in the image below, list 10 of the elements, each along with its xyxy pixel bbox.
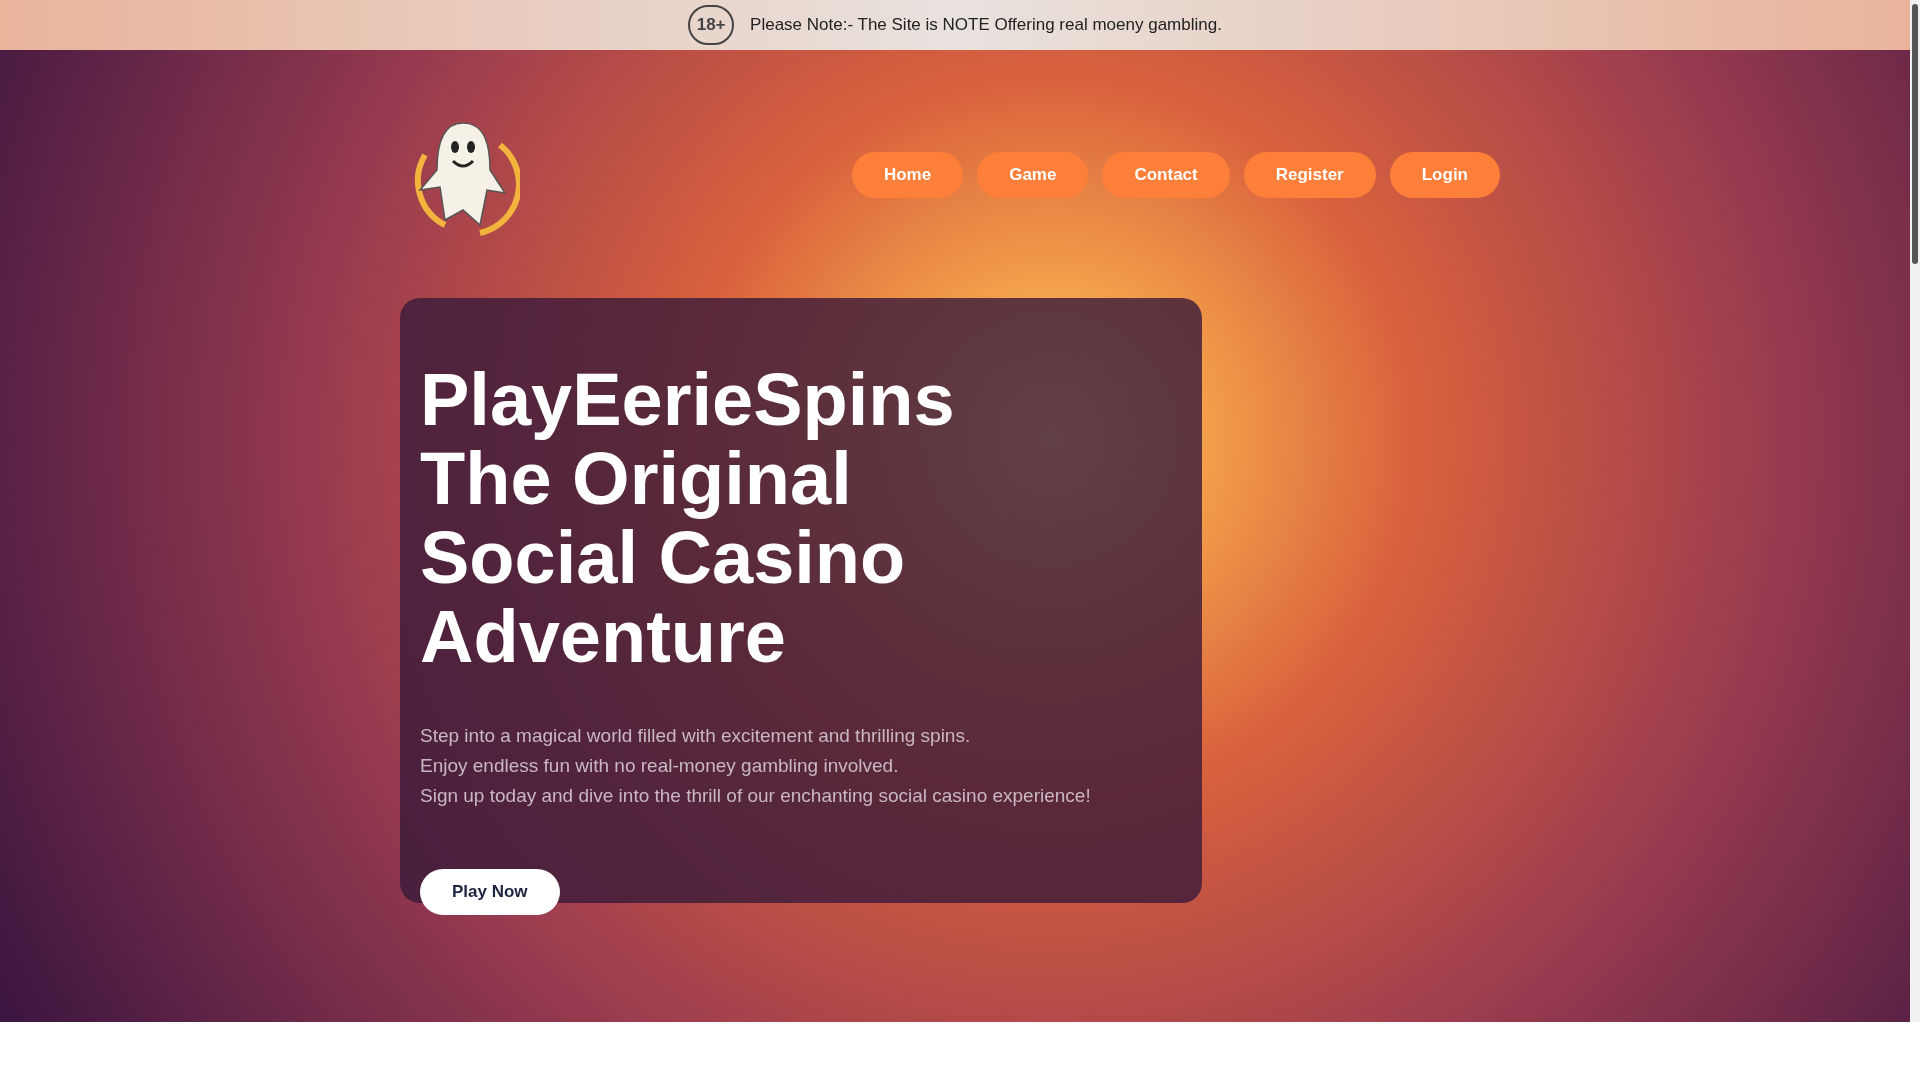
nav-button[interactable]: Game — [977, 151, 1089, 198]
notice-text: Please Note:- The Site is NOTE Offering real moeny gambling. — [750, 14, 1222, 37]
nav-button[interactable]: Contact — [1102, 151, 1230, 198]
age-badge: 18+ — [688, 5, 735, 45]
nav-button[interactable]: Login — [1389, 151, 1500, 198]
play-now-button[interactable]: Play Now — [420, 869, 560, 915]
nav-button[interactable]: Home — [851, 151, 964, 198]
hero-description: Step into a magical world filled with excitement and thrilling spins. Enjoy endless fun with no real-money gambling involved. Sign up today and dive into the thrill of our enchanting social casino experience! — [420, 724, 1091, 808]
hero-title: PlayEerieSpins The Original Social Casino Adventure — [420, 360, 955, 676]
nav-button[interactable]: Register — [1243, 151, 1376, 198]
